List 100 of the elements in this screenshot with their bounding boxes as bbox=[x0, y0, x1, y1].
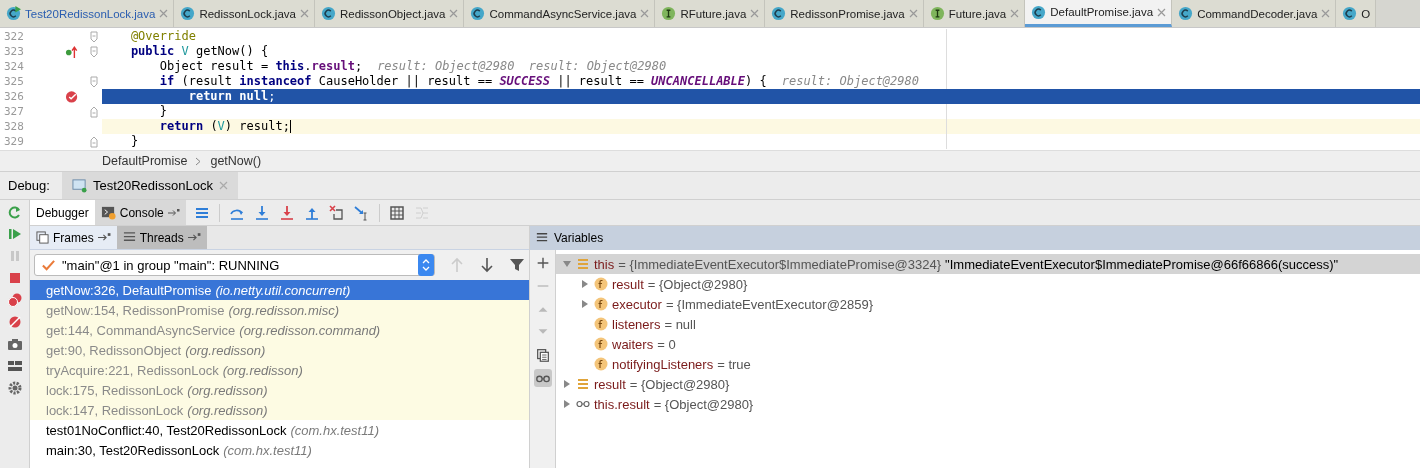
stack-frame[interactable]: lock:175, RedissonLock (org.redisson) bbox=[30, 380, 529, 400]
drop-frame-icon[interactable] bbox=[328, 204, 345, 221]
close-icon[interactable] bbox=[1157, 7, 1167, 17]
line-number: 326 bbox=[3, 89, 25, 104]
field-icon bbox=[594, 317, 608, 331]
class-icon bbox=[470, 6, 486, 21]
stack-frame[interactable]: getNow:326, DefaultPromise (io.netty.util.concurrent) bbox=[30, 280, 529, 300]
close-icon[interactable] bbox=[1321, 9, 1331, 18]
file-tab[interactable]: CommandDecoder.java bbox=[1172, 0, 1337, 27]
variable-row[interactable]: notifyingListeners = true bbox=[556, 354, 1420, 374]
field-icon bbox=[594, 357, 608, 371]
class-icon bbox=[180, 6, 196, 21]
line-number: 322 bbox=[3, 29, 25, 44]
close-icon[interactable] bbox=[159, 9, 169, 18]
file-tab[interactable]: RedissonPromise.java bbox=[765, 0, 924, 27]
close-icon[interactable] bbox=[299, 9, 309, 18]
file-tab[interactable]: DefaultPromise.java bbox=[1025, 0, 1173, 27]
panel-tab[interactable]: Frames bbox=[30, 226, 117, 249]
stack-frame[interactable]: getNow:154, RedissonPromise (org.redisson.misc) bbox=[30, 300, 529, 320]
close-icon[interactable] bbox=[750, 9, 760, 18]
fold-icon[interactable] bbox=[90, 135, 98, 148]
panel-header: Variables bbox=[530, 226, 1420, 250]
rerun-icon[interactable] bbox=[6, 204, 23, 220]
close-icon[interactable] bbox=[908, 9, 918, 18]
breadcrumb[interactable]: getNow() bbox=[210, 154, 262, 168]
filter-icon[interactable] bbox=[509, 257, 525, 273]
window-icon bbox=[71, 178, 87, 193]
line-number: 329 bbox=[3, 134, 25, 149]
fold-icon[interactable] bbox=[90, 75, 98, 88]
camera-icon[interactable] bbox=[6, 336, 23, 352]
frames-icon bbox=[36, 231, 49, 244]
variable-row[interactable]: waiters = 0 bbox=[556, 334, 1420, 354]
close-icon[interactable] bbox=[449, 9, 459, 18]
object-icon bbox=[576, 257, 590, 271]
breadcrumb[interactable]: DefaultPromise bbox=[102, 154, 188, 168]
fold-icon[interactable] bbox=[90, 45, 98, 58]
line-number: 328 bbox=[3, 119, 25, 134]
layout-icon[interactable] bbox=[6, 358, 23, 374]
thread-dropdown[interactable]: "main"@1 in group "main": RUNNING bbox=[34, 254, 435, 276]
variable-row[interactable]: this = {ImmediateEventExecutor$ImmediatePromise@3324} "ImmediateEventExecutor$ImmediatePromise@66f66866(success)" bbox=[556, 254, 1420, 274]
variable-row[interactable]: result = {Object@2980} bbox=[556, 274, 1420, 294]
line-number: 325 bbox=[3, 74, 25, 89]
fold-icon[interactable] bbox=[90, 105, 98, 118]
step-into-icon[interactable] bbox=[253, 204, 270, 221]
line-number: 324 bbox=[3, 59, 25, 74]
fold-icon[interactable] bbox=[90, 30, 98, 43]
stack-frame[interactable]: test01NoConflict:40, Test20RedissonLock (com.hx.test11) bbox=[30, 420, 529, 440]
class-icon bbox=[771, 6, 787, 21]
pin-icon[interactable] bbox=[167, 207, 180, 218]
close-icon[interactable] bbox=[640, 9, 650, 18]
tool-tab[interactable]: Debugger bbox=[30, 200, 95, 225]
calculator-icon[interactable] bbox=[388, 204, 405, 221]
check-icon bbox=[41, 257, 56, 273]
line-number: 327 bbox=[3, 104, 25, 119]
stack-frame[interactable]: tryAcquire:221, RedissonLock (org.redisson) bbox=[30, 360, 529, 380]
tool-tab[interactable]: Console bbox=[94, 200, 186, 225]
file-tab[interactable]: RedissonObject.java bbox=[314, 0, 465, 27]
session-tab[interactable]: Test20RedissonLock bbox=[61, 172, 238, 199]
stack-frame[interactable]: lock:147, RedissonLock (org.redisson) bbox=[30, 400, 529, 420]
file-tab[interactable]: Future.java bbox=[923, 0, 1026, 27]
console-icon bbox=[100, 205, 116, 220]
file-tab[interactable]: RFuture.java bbox=[655, 0, 766, 27]
force-step-into-icon[interactable] bbox=[278, 204, 295, 221]
breakpoints-icon[interactable] bbox=[6, 292, 23, 308]
close-icon[interactable] bbox=[1010, 9, 1020, 18]
panel-tab[interactable]: Threads bbox=[116, 226, 207, 249]
variable-row[interactable]: this.result = {Object@2980} bbox=[556, 394, 1420, 414]
variable-row[interactable]: listeners = null bbox=[556, 314, 1420, 334]
breakpoint-icon[interactable] bbox=[65, 89, 80, 104]
file-tab[interactable]: RedissonLock.java bbox=[174, 0, 315, 27]
glasses-icon[interactable] bbox=[533, 369, 552, 387]
field-icon bbox=[594, 277, 608, 291]
class-icon bbox=[1031, 4, 1047, 20]
file-tab[interactable]: O bbox=[1336, 0, 1377, 27]
field-icon bbox=[594, 297, 608, 311]
class-icon bbox=[1342, 6, 1358, 21]
chevron-icon bbox=[195, 156, 203, 166]
line-number: 323 bbox=[3, 44, 25, 59]
resume-icon[interactable] bbox=[6, 226, 23, 242]
file-tab[interactable]: Test20RedissonLock.java bbox=[0, 0, 175, 27]
panel-label: Debug: bbox=[7, 178, 51, 193]
object-icon bbox=[576, 377, 590, 391]
override-icon[interactable] bbox=[65, 44, 80, 59]
stack-frame[interactable]: get:144, CommandAsyncService (org.redisson.command) bbox=[30, 320, 529, 340]
list-icon bbox=[536, 232, 548, 244]
run-to-cursor-icon[interactable] bbox=[353, 204, 370, 221]
interface-icon bbox=[929, 6, 945, 21]
list-icon bbox=[122, 231, 136, 244]
field-icon bbox=[594, 337, 608, 351]
collapse-icon[interactable] bbox=[562, 259, 572, 269]
variable-row[interactable]: result = {Object@2980} bbox=[556, 374, 1420, 394]
down-arrow-icon[interactable] bbox=[479, 257, 495, 273]
spinner-icon bbox=[418, 254, 434, 276]
stack-frame[interactable]: main:30, Test20RedissonLock (com.hx.test11) bbox=[30, 440, 529, 460]
variable-row[interactable]: executor = {ImmediateEventExecutor@2859} bbox=[556, 294, 1420, 314]
class-icon bbox=[1178, 6, 1194, 21]
settings-icon[interactable] bbox=[6, 380, 23, 396]
class-icon bbox=[320, 6, 336, 21]
file-tab[interactable]: CommandAsyncService.java bbox=[464, 0, 656, 27]
stack-frame[interactable]: get:90, RedissonObject (org.redisson) bbox=[30, 340, 529, 360]
